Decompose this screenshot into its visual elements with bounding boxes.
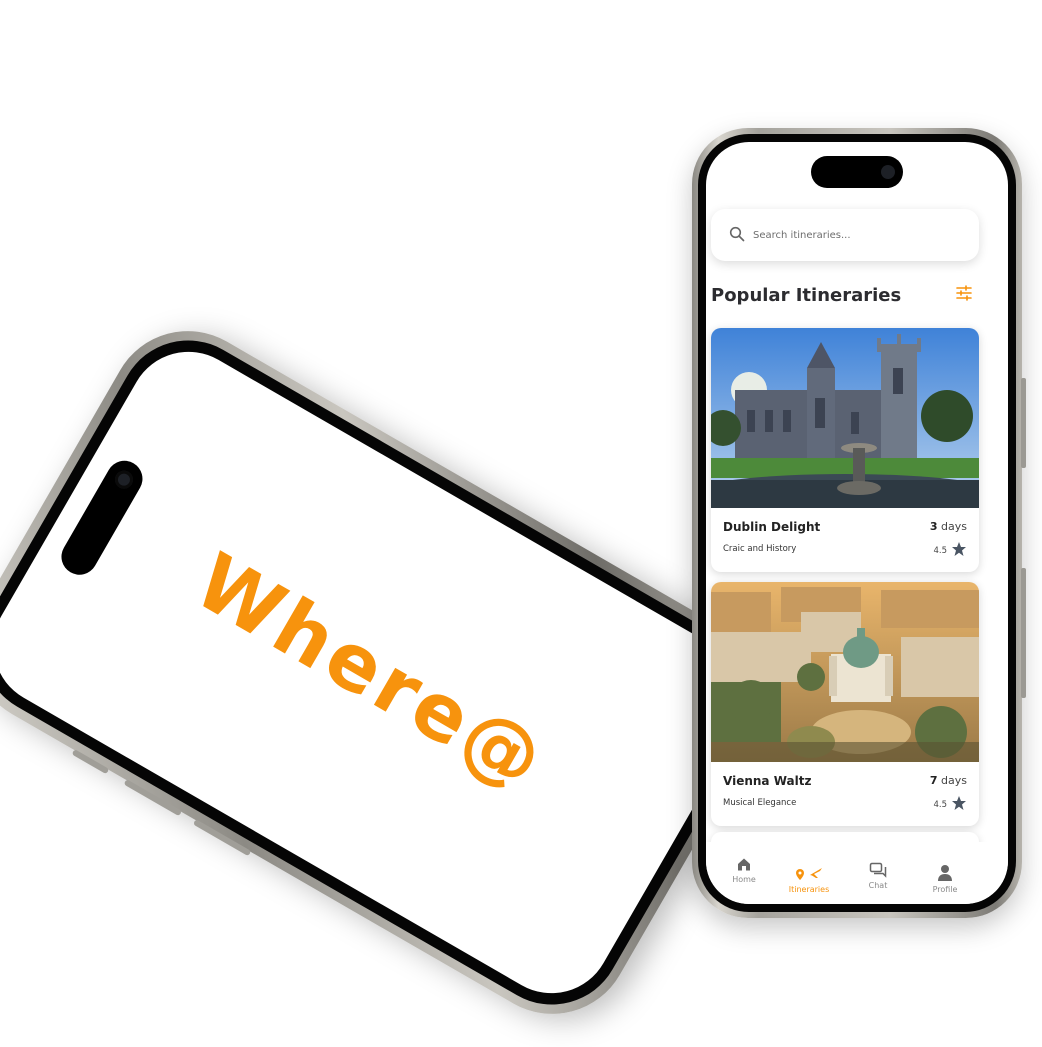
duration-value: 3 [929, 520, 938, 533]
duration-unit: days [941, 774, 967, 787]
itinerary-photo [711, 582, 979, 762]
phone-side-button [1021, 568, 1026, 698]
itinerary-duration: 7 days [930, 774, 967, 787]
itinerary-photo [711, 328, 979, 508]
search-bar[interactable] [711, 209, 979, 261]
itinerary-rating: 4.5 [933, 800, 947, 810]
bottom-nav: Home Itineraries Chat Profile [706, 842, 1008, 904]
profile-icon [938, 865, 952, 881]
duration-value: 7 [929, 774, 938, 787]
chat-icon [869, 862, 887, 878]
nav-label: Chat [868, 881, 888, 890]
itineraries-icon [796, 868, 822, 880]
duration-unit: days [941, 520, 967, 533]
itinerary-title: Vienna Waltz [723, 774, 812, 788]
phone-side-button [1021, 378, 1026, 468]
itinerary-subtitle: Musical Elegance [723, 798, 797, 808]
search-icon [729, 226, 745, 242]
itinerary-subtitle: Craic and History [723, 544, 797, 554]
app-phone-mockup: Popular Itineraries [692, 128, 1026, 918]
camera-lens-icon [111, 467, 137, 492]
itineraries-screen: Popular Itineraries [706, 142, 1008, 904]
itinerary-card[interactable]: Dublin Delight Craic and History 3 days … [711, 328, 979, 572]
search-input[interactable] [751, 223, 955, 247]
nav-item-itineraries[interactable]: Itineraries [779, 866, 839, 894]
nav-item-profile[interactable]: Profile [915, 864, 975, 894]
nav-item-chat[interactable]: Chat [848, 862, 908, 890]
nav-label: Home [732, 875, 756, 884]
nav-label: Profile [932, 885, 958, 894]
nav-label: Itineraries [788, 885, 830, 894]
itinerary-rating: 4.5 [933, 546, 947, 556]
itinerary-card[interactable]: Vienna Waltz Musical Elegance 7 days 4.5 [711, 582, 979, 826]
splash-phone-mockup: Where@ [0, 302, 796, 1043]
section-title: Popular Itineraries [711, 285, 902, 306]
dynamic-island [811, 156, 903, 188]
app-logo: Where@ [179, 536, 561, 809]
camera-lens-icon [881, 165, 895, 179]
dynamic-island [54, 454, 150, 582]
filter-icon[interactable] [954, 283, 974, 303]
itinerary-title: Dublin Delight [723, 520, 821, 534]
home-icon [738, 858, 750, 871]
nav-item-home[interactable]: Home [714, 856, 774, 884]
star-icon [952, 542, 966, 556]
itinerary-duration: 3 days [930, 520, 967, 533]
star-icon [952, 796, 966, 810]
